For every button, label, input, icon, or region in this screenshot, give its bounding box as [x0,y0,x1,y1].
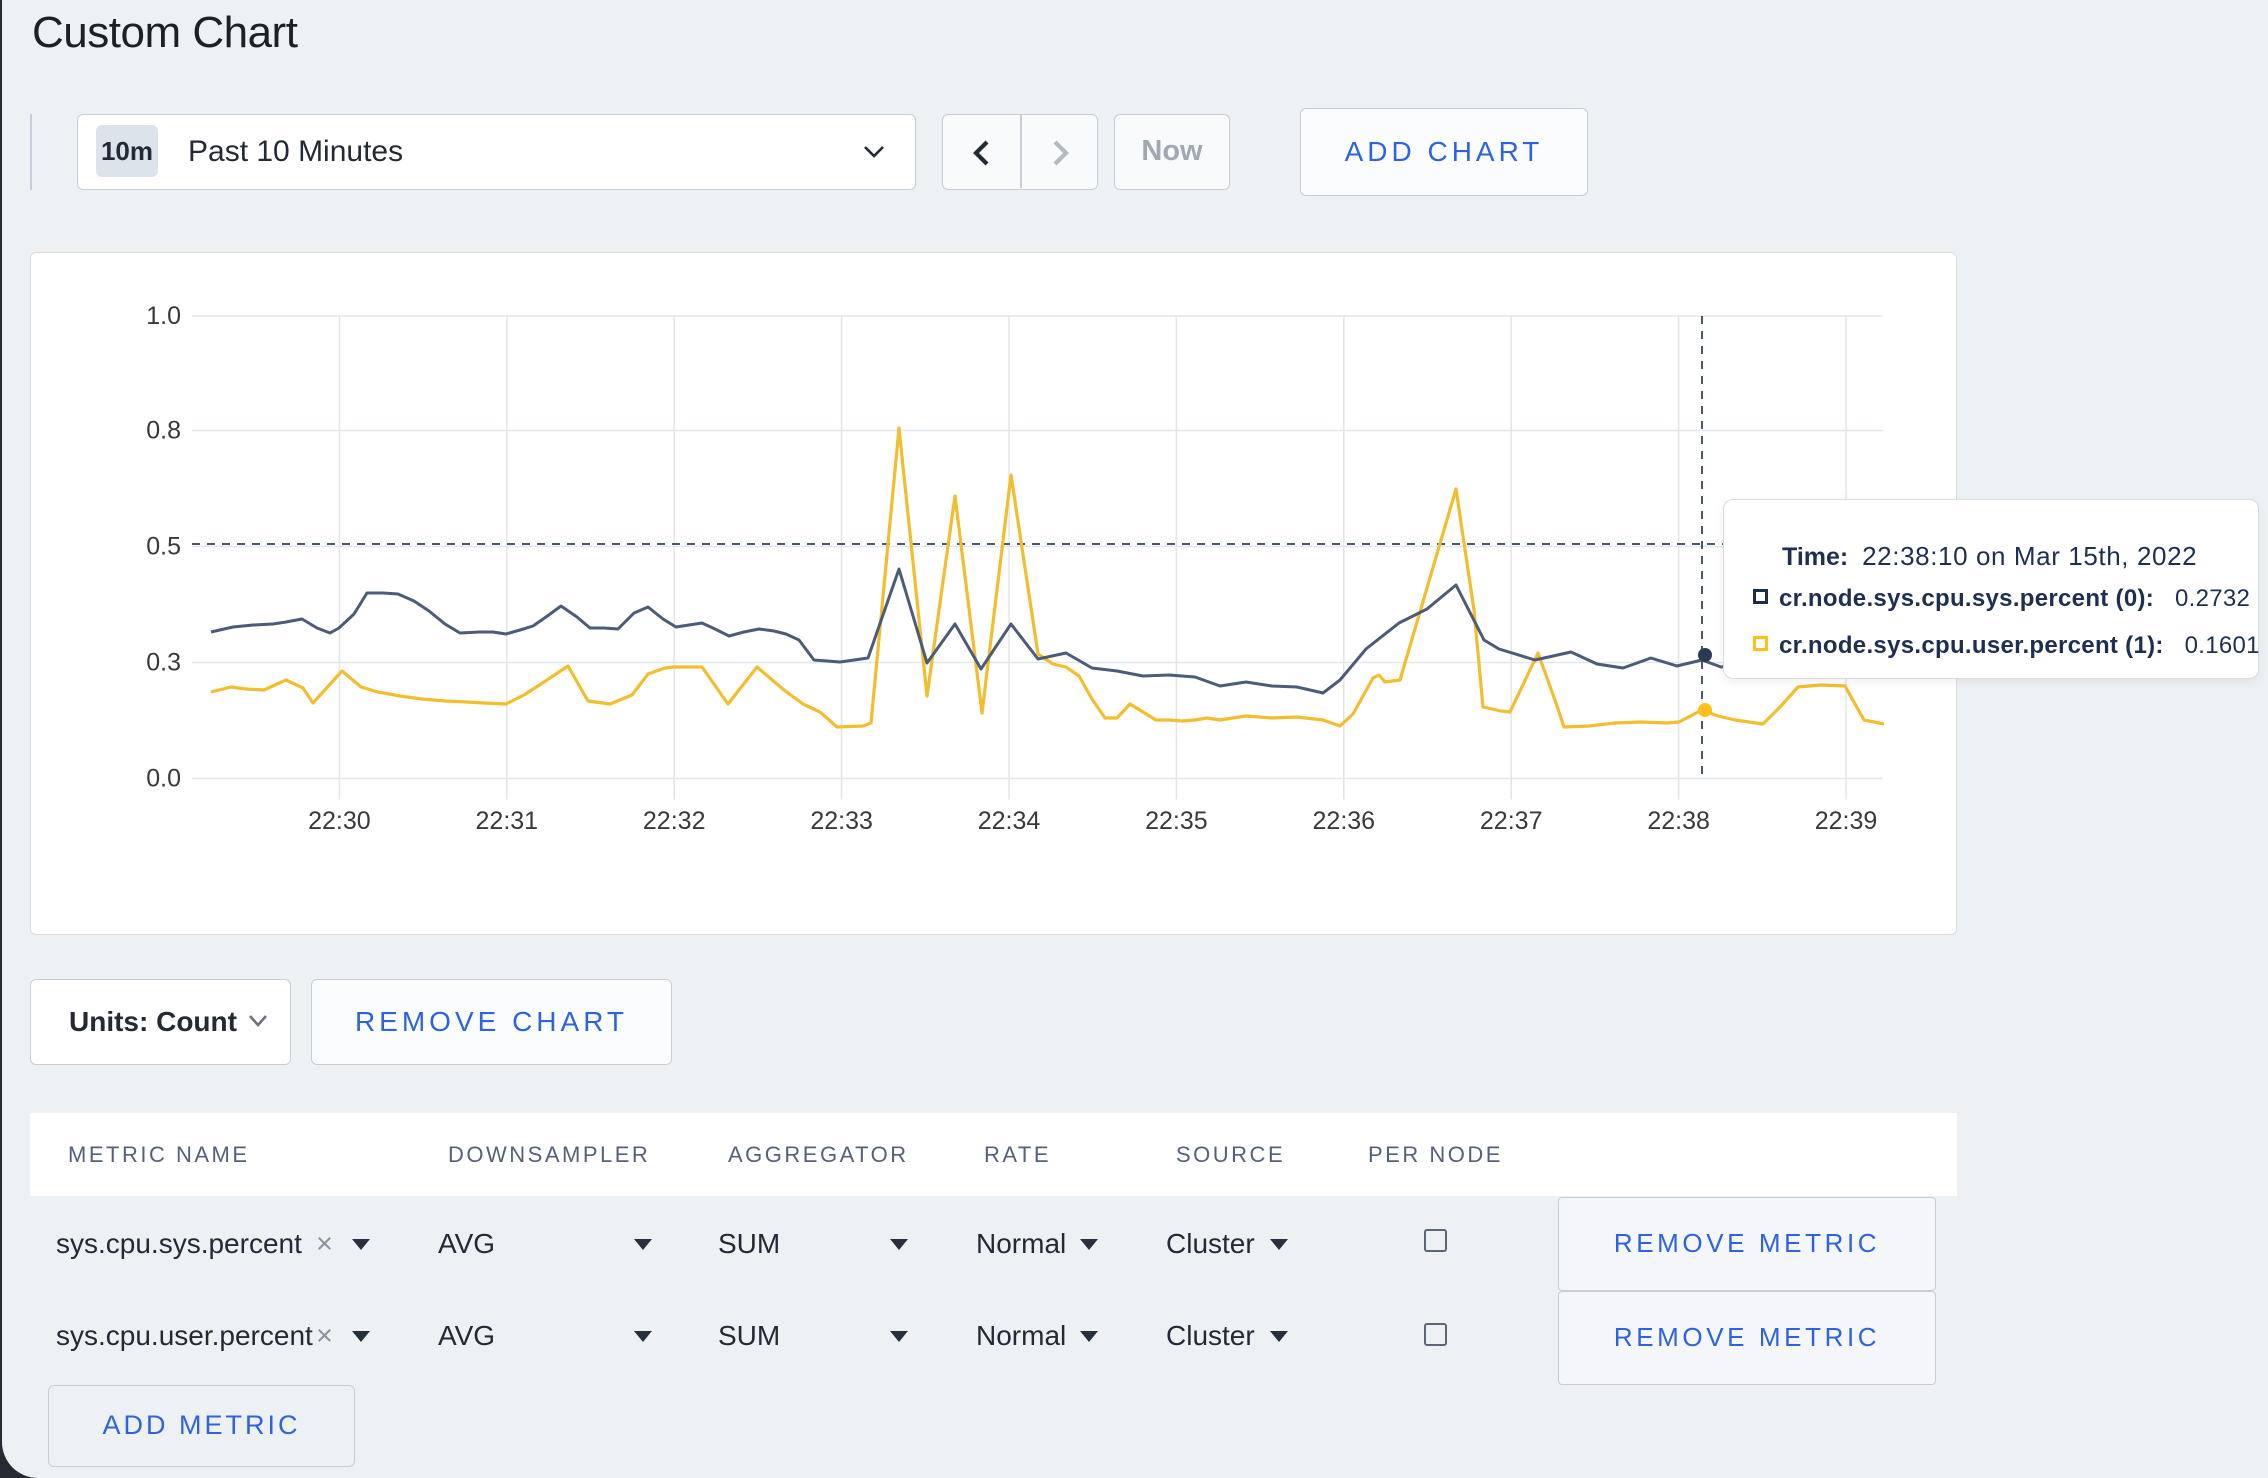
svg-text:22:32: 22:32 [643,807,706,835]
svg-text:0.8: 0.8 [146,417,181,445]
svg-text:22:35: 22:35 [1145,807,1208,835]
svg-text:0.0: 0.0 [146,765,181,793]
svg-text:0.3: 0.3 [146,649,181,677]
svg-text:22:33: 22:33 [810,807,873,835]
svg-text:22:31: 22:31 [476,807,539,835]
svg-text:22:30: 22:30 [308,807,371,835]
svg-text:22:39: 22:39 [1815,807,1878,835]
svg-text:22:37: 22:37 [1480,807,1543,835]
svg-text:0.5: 0.5 [146,533,181,561]
svg-text:22:36: 22:36 [1313,807,1376,835]
svg-text:22:38: 22:38 [1647,807,1710,835]
svg-text:1.0: 1.0 [146,302,181,330]
svg-text:22:34: 22:34 [978,807,1041,835]
